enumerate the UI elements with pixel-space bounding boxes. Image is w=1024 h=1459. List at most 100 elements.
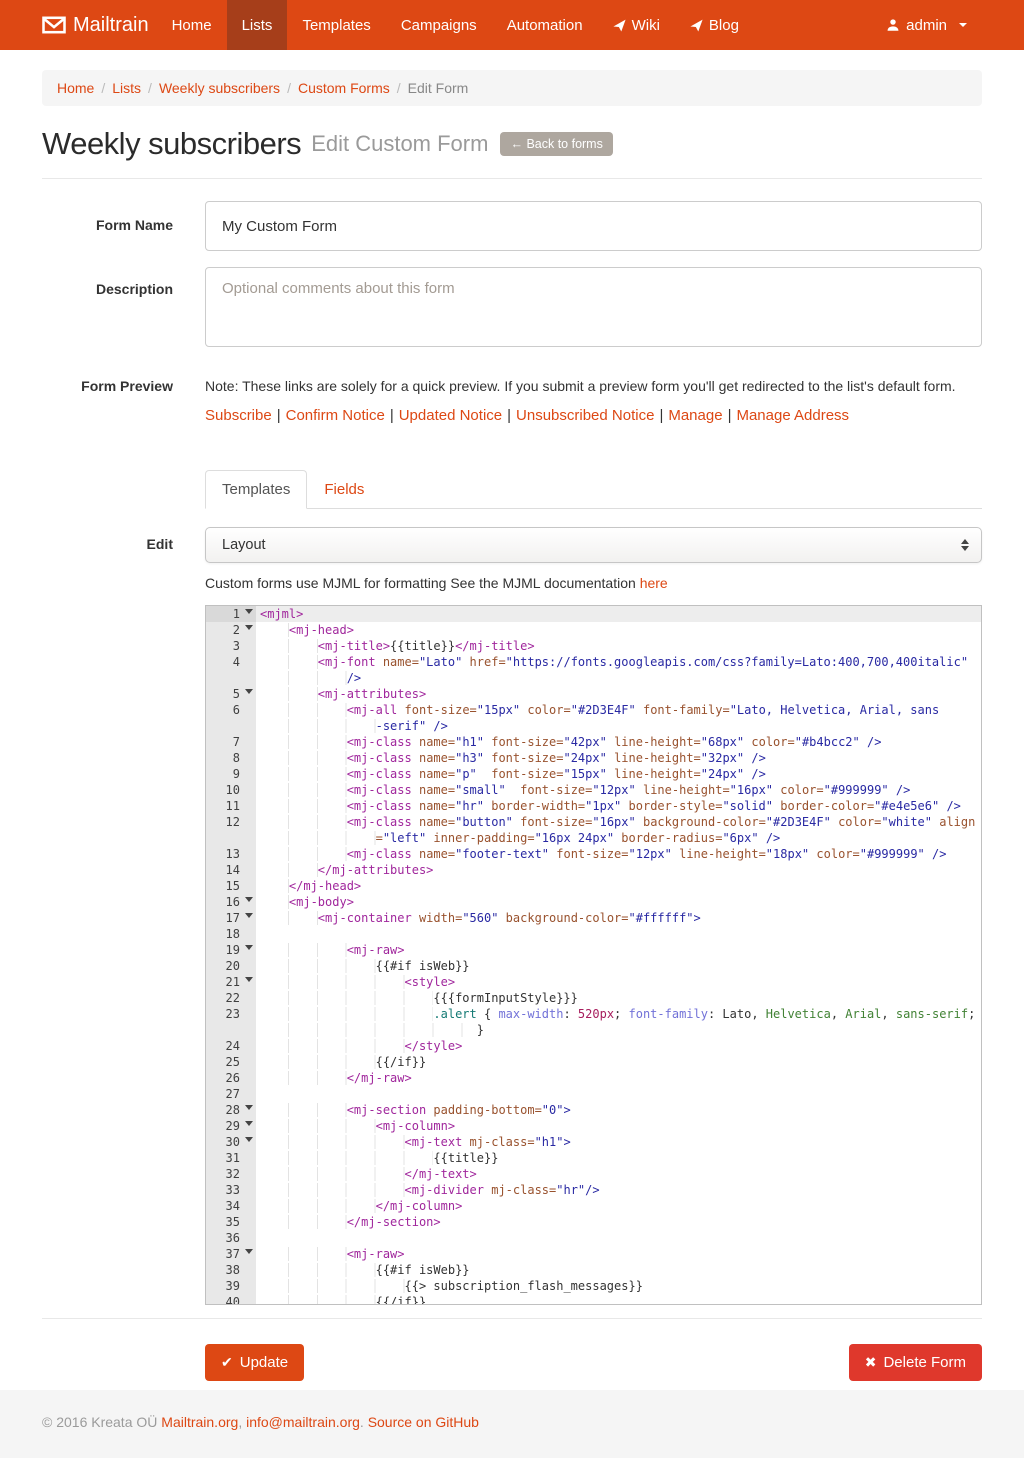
preview-link[interactable]: Manage [668, 407, 722, 424]
code-line[interactable]: <mj-class name="small" font-size="12px" … [256, 782, 981, 798]
delete-form-button[interactable]: ✖ Delete Form [849, 1344, 982, 1381]
code-line[interactable]: <mjml> [256, 606, 981, 622]
fold-arrow-icon[interactable] [245, 625, 253, 630]
code-editor[interactable]: 1<mjml>2 <mj-head>3 <mj-title>{{title}}<… [205, 605, 982, 1305]
update-button[interactable]: ✔ Update [205, 1344, 304, 1381]
code-line[interactable]: <mj-body> [256, 894, 981, 910]
code-row: 7 <mj-class name="h1" font-size="42px" l… [206, 734, 981, 750]
code-line[interactable]: /> [256, 670, 981, 686]
code-line[interactable]: } [256, 1022, 981, 1038]
code-row: 1<mjml> [206, 606, 981, 622]
preview-link[interactable]: Unsubscribed Notice [516, 407, 654, 424]
code-line[interactable] [256, 926, 981, 942]
preview-link[interactable]: Manage Address [736, 407, 849, 424]
editor-gutter-cell: 23 [206, 1006, 256, 1022]
code-line[interactable]: {{#if isWeb}} [256, 958, 981, 974]
nav-item-campaigns[interactable]: Campaigns [386, 0, 492, 50]
nav-item-automation[interactable]: Automation [492, 0, 598, 50]
code-line[interactable]: {{{formInputStyle}}} [256, 990, 981, 1006]
breadcrumb-link[interactable]: Lists [112, 80, 141, 96]
nav-item-home[interactable]: Home [157, 0, 227, 50]
code-line[interactable]: {{/if}} [256, 1294, 981, 1305]
nav-item-templates[interactable]: Templates [287, 0, 385, 50]
code-line[interactable] [256, 1230, 981, 1246]
preview-link[interactable]: Subscribe [205, 407, 272, 424]
tab-fields[interactable]: Fields [307, 470, 381, 509]
code-line[interactable]: <mj-attributes> [256, 686, 981, 702]
code-line[interactable]: -serif" /> [256, 718, 981, 734]
fold-arrow-icon[interactable] [245, 1249, 253, 1254]
preview-link[interactable]: Updated Notice [399, 407, 502, 424]
user-menu[interactable]: admin [871, 17, 982, 34]
code-line[interactable]: <mj-class name="h3" font-size="24px" lin… [256, 750, 981, 766]
editor-gutter-cell: 2 [206, 622, 256, 638]
code-line[interactable]: </mj-raw> [256, 1070, 981, 1086]
preview-link[interactable]: Confirm Notice [286, 407, 385, 424]
code-line[interactable]: </mj-text> [256, 1166, 981, 1182]
fold-arrow-icon[interactable] [245, 1121, 253, 1126]
edit-label: Edit [42, 527, 173, 1305]
back-to-forms-button[interactable]: ← Back to forms [500, 132, 612, 156]
code-line[interactable]: {{title}} [256, 1150, 981, 1166]
code-row: 16 <mj-body> [206, 894, 981, 910]
footer-link[interactable]: Source on GitHub [368, 1414, 479, 1430]
code-line[interactable]: </style> [256, 1038, 981, 1054]
code-line[interactable]: <mj-class name="hr" border-width="1px" b… [256, 798, 981, 814]
code-line[interactable]: <mj-text mj-class="h1"> [256, 1134, 981, 1150]
code-line[interactable]: {{> subscription_flash_messages}} [256, 1278, 981, 1294]
nav-item-lists[interactable]: Lists [227, 0, 288, 50]
code-line[interactable]: </mj-attributes> [256, 862, 981, 878]
code-line[interactable]: <mj-class name="h1" font-size="42px" lin… [256, 734, 981, 750]
fold-arrow-icon[interactable] [245, 1105, 253, 1110]
breadcrumb-link[interactable]: Home [57, 80, 94, 96]
code-line[interactable]: </mj-section> [256, 1214, 981, 1230]
code-line[interactable]: <mj-title>{{title}}</mj-title> [256, 638, 981, 654]
breadcrumb-link[interactable]: Custom Forms [298, 80, 390, 96]
fold-arrow-icon[interactable] [245, 913, 253, 918]
code-line[interactable]: {{/if}} [256, 1054, 981, 1070]
fold-arrow-icon[interactable] [245, 689, 253, 694]
mjml-docs-link[interactable]: here [640, 575, 668, 591]
footer-link[interactable]: Mailtrain.org [161, 1414, 238, 1430]
fold-arrow-icon[interactable] [245, 897, 253, 902]
description-textarea[interactable] [205, 267, 982, 347]
code-line[interactable]: <mj-section padding-bottom="0"> [256, 1102, 981, 1118]
code-line[interactable]: ="left" inner-padding="16px 24px" border… [256, 830, 981, 846]
fold-arrow-icon[interactable] [245, 1137, 253, 1142]
select-arrows-icon [961, 539, 969, 551]
code-line[interactable]: <mj-font name="Lato" href="https://fonts… [256, 654, 981, 670]
fold-arrow-icon[interactable] [245, 609, 253, 614]
code-line[interactable]: <mj-divider mj-class="hr"/> [256, 1182, 981, 1198]
editor-gutter-cell: 7 [206, 734, 256, 750]
editor-gutter-cell: 1 [206, 606, 256, 622]
nav-item-blog[interactable]: Blog [675, 0, 754, 50]
footer-link[interactable]: info@mailtrain.org [246, 1414, 360, 1430]
fold-arrow-icon[interactable] [245, 977, 253, 982]
nav-item-wiki[interactable]: Wiki [598, 0, 675, 50]
code-line[interactable]: {{#if isWeb}} [256, 1262, 981, 1278]
code-line[interactable]: .alert { max-width: 520px; font-family: … [256, 1006, 981, 1022]
code-row: 20 {{#if isWeb}} [206, 958, 981, 974]
app-logo[interactable]: Mailtrain [42, 0, 157, 50]
editor-gutter-cell: 25 [206, 1054, 256, 1070]
code-row: 13 <mj-class name="footer-text" font-siz… [206, 846, 981, 862]
code-line[interactable]: <mj-class name="footer-text" font-size="… [256, 846, 981, 862]
code-row: /> [206, 670, 981, 686]
code-line[interactable]: </mj-head> [256, 878, 981, 894]
breadcrumb-link[interactable]: Weekly subscribers [159, 80, 280, 96]
form-name-input[interactable] [205, 201, 982, 251]
code-line[interactable]: <mj-container width="560" background-col… [256, 910, 981, 926]
tab-templates[interactable]: Templates [205, 470, 307, 509]
code-line[interactable]: <mj-raw> [256, 1246, 981, 1262]
code-line[interactable]: <mj-class name="button" font-size="16px"… [256, 814, 981, 830]
code-line[interactable]: <mj-all font-size="15px" color="#2D3E4F"… [256, 702, 981, 718]
code-line[interactable]: <mj-class name="p" font-size="15px" line… [256, 766, 981, 782]
edit-template-select[interactable]: Layout [205, 527, 982, 563]
code-line[interactable] [256, 1086, 981, 1102]
code-line[interactable]: </mj-column> [256, 1198, 981, 1214]
fold-arrow-icon[interactable] [245, 945, 253, 950]
code-line[interactable]: <mj-column> [256, 1118, 981, 1134]
code-line[interactable]: <style> [256, 974, 981, 990]
code-line[interactable]: <mj-raw> [256, 942, 981, 958]
code-line[interactable]: <mj-head> [256, 622, 981, 638]
